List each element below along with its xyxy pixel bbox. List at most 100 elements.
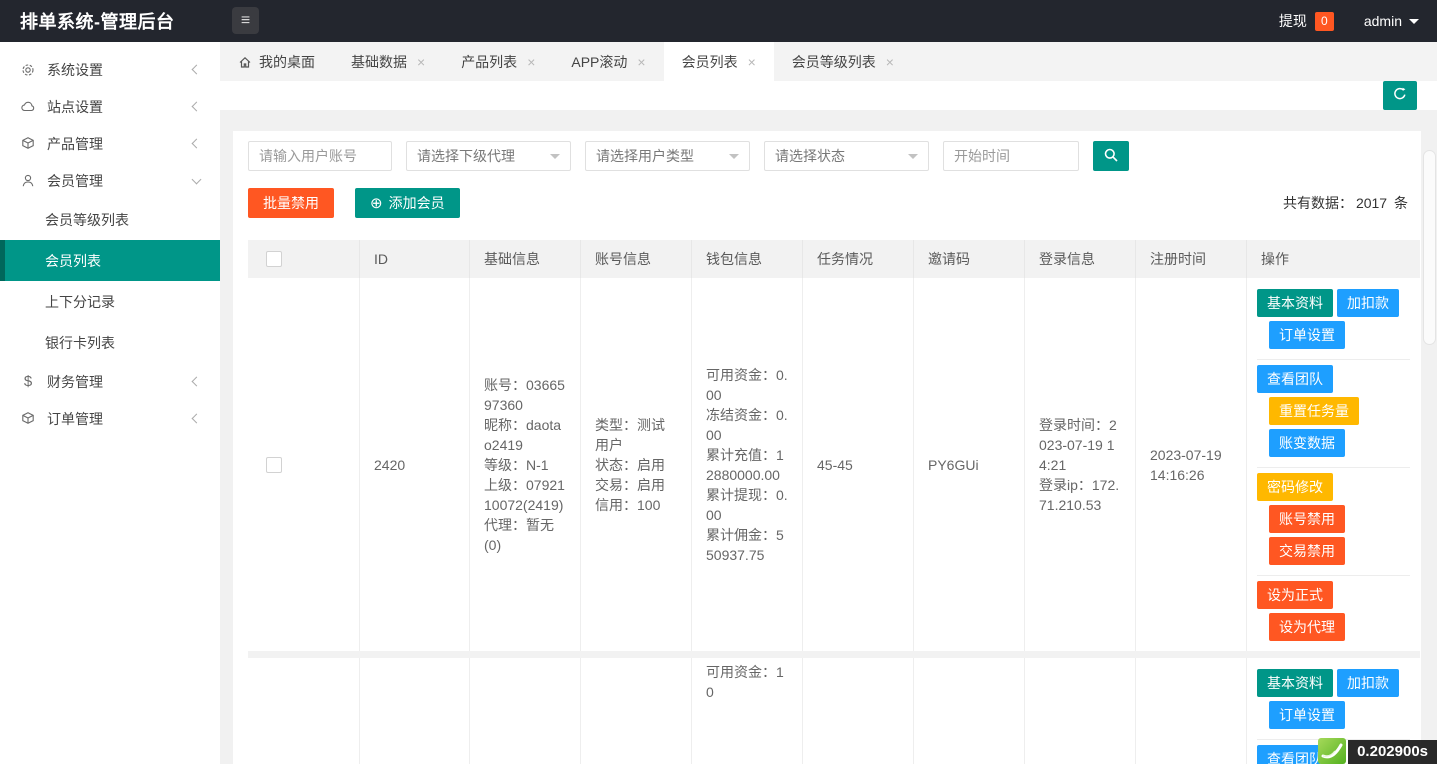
cell-invite-code: PY6GUi — [914, 278, 1025, 651]
cube-icon — [20, 411, 36, 427]
tab-member-level-list[interactable]: 会员等级列表 × — [774, 42, 912, 81]
disable-account-button[interactable]: 账号禁用 — [1269, 505, 1345, 533]
user-type-select[interactable]: 请选择用户类型 — [585, 141, 750, 171]
add-member-button[interactable]: ⊕ 添加会员 — [355, 188, 460, 218]
sidebar-item-updown-records[interactable]: 上下分记录 — [0, 281, 220, 322]
sidebar-item-site-settings[interactable]: 站点设置 — [0, 88, 220, 125]
cell-basic-info — [470, 658, 581, 764]
change-password-button[interactable]: 密码修改 — [1257, 473, 1333, 501]
column-header-task-status: 任务情况 — [803, 240, 914, 278]
main-area: 我的桌面 基础数据 × 产品列表 × APP滚动 × 会员列表 × 会员等级列表… — [220, 42, 1437, 764]
start-time-input[interactable] — [943, 141, 1079, 171]
wallet-available: 可用资金：10 — [706, 664, 784, 700]
cell-account-info: 类型：测试用户 状态：启用 交易：启用 信用：100 — [581, 278, 692, 651]
account-search-input[interactable] — [248, 141, 392, 171]
wallet-total-withdraw: 累计提现：0.00 — [706, 486, 788, 523]
order-settings-button[interactable]: 订单设置 — [1269, 321, 1345, 349]
sidebar-item-bankcard-list[interactable]: 银行卡列表 — [0, 322, 220, 363]
cell-register-time — [1136, 658, 1247, 764]
add-deduct-button[interactable]: 加扣款 — [1337, 289, 1399, 317]
wallet-available: 可用资金：0.00 — [706, 366, 788, 403]
account-trade: 交易：启用 — [595, 476, 665, 493]
sidebar-item-product-management[interactable]: 产品管理 — [0, 125, 220, 162]
sidebar-item-label: 财务管理 — [47, 373, 103, 390]
sidebar-item-finance-management[interactable]: $ 财务管理 — [0, 363, 220, 400]
balance-data-button[interactable]: 账变数据 — [1269, 429, 1345, 457]
select-placeholder: 请选择用户类型 — [596, 148, 694, 164]
view-team-button[interactable]: 查看团队 — [1257, 365, 1333, 393]
tab-basic-data[interactable]: 基础数据 × — [333, 42, 443, 81]
row-checkbox[interactable] — [266, 456, 282, 473]
disable-trade-button[interactable]: 交易禁用 — [1269, 537, 1345, 565]
order-settings-button[interactable]: 订单设置 — [1269, 701, 1345, 729]
sidebar-item-label: 会员管理 — [47, 172, 103, 189]
submenu-label: 会员列表 — [45, 252, 101, 269]
table-actions-row: 批量禁用 ⊕ 添加会员 共有数据： 2017 条 — [248, 188, 1421, 218]
cell-task-status: 45-45 — [803, 278, 914, 651]
sidebar-item-system-settings[interactable]: 系统设置 — [0, 51, 220, 88]
sidebar-item-member-list[interactable]: 会员列表 — [0, 240, 220, 281]
tab-app-scroll[interactable]: APP滚动 × — [553, 42, 663, 81]
reset-tasks-button[interactable]: 重置任务量 — [1269, 397, 1359, 425]
tab-my-desktop[interactable]: 我的桌面 — [220, 42, 333, 81]
refresh-button[interactable] — [1383, 81, 1417, 110]
sidebar-item-order-management[interactable]: 订单管理 — [0, 400, 220, 437]
select-placeholder: 请选择下级代理 — [417, 148, 515, 164]
cell-operations: 基本资料 加扣款 订单设置 查看团队 重置任务量 账变数据 密码修改 账号禁用 交… — [1247, 278, 1420, 651]
gear-icon — [20, 62, 36, 78]
close-icon[interactable]: × — [886, 54, 894, 70]
op-group-2: 查看团队 重置任务量 账变数据 — [1257, 360, 1410, 468]
tab-label: 会员等级列表 — [791, 53, 876, 70]
set-official-button[interactable]: 设为正式 — [1257, 581, 1333, 609]
plus-circle-icon: ⊕ — [370, 194, 383, 212]
sidebar-item-label: 系统设置 — [47, 61, 103, 78]
withdraw-link[interactable]: 提现 — [1279, 11, 1307, 31]
close-icon[interactable]: × — [417, 54, 425, 70]
sidebar-item-member-level-list[interactable]: 会员等级列表 — [0, 199, 220, 240]
op-group-4: 设为正式 设为代理 — [1257, 576, 1410, 651]
sidebar-item-label: 订单管理 — [47, 410, 103, 427]
top-header: 排单系统-管理后台 ≡ 提现 0 admin — [0, 0, 1437, 42]
search-button[interactable] — [1093, 141, 1129, 171]
column-header-invite-code: 邀请码 — [914, 240, 1025, 278]
cell-wallet-info: 可用资金：10 — [692, 658, 803, 764]
set-agent-button[interactable]: 设为代理 — [1269, 613, 1345, 641]
batch-disable-button[interactable]: 批量禁用 — [248, 188, 334, 218]
add-deduct-button[interactable]: 加扣款 — [1337, 669, 1399, 697]
cube-icon — [20, 136, 36, 152]
cell-task-status — [803, 658, 914, 764]
dollar-icon: $ — [23, 373, 33, 390]
op-group-1: 基本资料 加扣款 订单设置 — [1257, 664, 1410, 740]
agent-select[interactable]: 请选择下级代理 — [406, 141, 571, 171]
table-header-row: ID 基础信息 账号信息 钱包信息 任务情况 邀请码 登录信息 注册时间 操作 — [248, 240, 1420, 278]
close-icon[interactable]: × — [748, 54, 756, 70]
chevron-left-icon — [191, 413, 202, 424]
wallet-frozen: 冻结资金：0.00 — [706, 406, 788, 443]
page-load-time: 0.202900s — [1348, 740, 1437, 764]
account-status: 状态：启用 — [595, 456, 665, 473]
user-menu[interactable]: admin — [1364, 13, 1419, 29]
login-time: 登录时间：2023-07-19 14:21 — [1039, 416, 1117, 473]
tab-product-list[interactable]: 产品列表 × — [443, 42, 553, 81]
close-icon[interactable]: × — [637, 54, 645, 70]
chevron-down-icon — [550, 153, 560, 164]
chevron-left-icon — [191, 138, 202, 149]
tab-member-list[interactable]: 会员列表 × — [663, 42, 774, 81]
wallet-total-recharge: 累计充值：12880000.00 — [706, 446, 784, 483]
cell-invite-code — [914, 658, 1025, 764]
sidebar-toggle-button[interactable]: ≡ — [232, 7, 259, 34]
close-icon[interactable]: × — [527, 54, 535, 70]
basic-profile-button[interactable]: 基本资料 — [1257, 289, 1333, 317]
tab-label: 我的桌面 — [259, 53, 315, 70]
scrollbar-thumb[interactable] — [1423, 150, 1436, 345]
table-row: 可用资金：10 基本资料 加扣款 订单设置 查看团队 — [248, 658, 1420, 764]
column-header-account-info: 账号信息 — [581, 240, 692, 278]
sidebar-item-label: 站点设置 — [47, 98, 103, 115]
select-all-checkbox[interactable] — [266, 251, 282, 267]
basic-profile-button[interactable]: 基本资料 — [1257, 669, 1333, 697]
sidebar-item-member-management[interactable]: 会员管理 — [0, 162, 220, 199]
submenu-label: 上下分记录 — [45, 293, 115, 310]
status-select[interactable]: 请选择状态 — [764, 141, 929, 171]
total-unit: 条 — [1394, 195, 1408, 211]
tab-label: 会员列表 — [681, 53, 738, 70]
